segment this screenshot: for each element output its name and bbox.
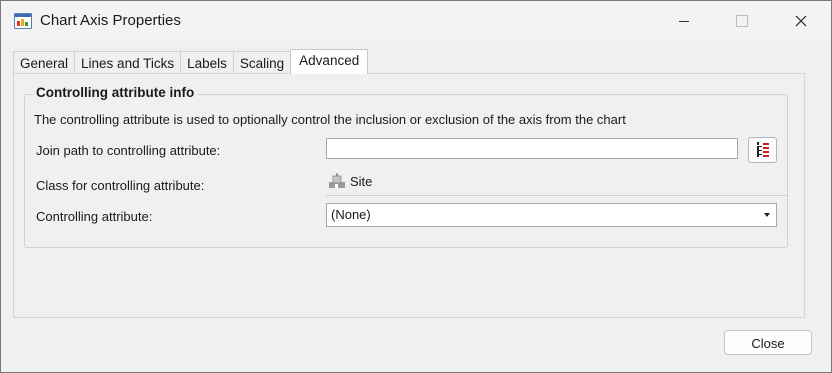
chart-icon [14,13,32,29]
site-icon [329,173,345,188]
maximize-button[interactable] [719,1,765,41]
tree-browse-icon [756,142,769,157]
close-button[interactable]: Close [724,330,812,355]
controlling-attribute-selected: (None) [331,207,371,222]
minimize-button[interactable] [661,1,707,41]
group-title: Controlling attribute info [33,85,198,100]
maximize-icon [736,15,748,27]
advanced-tab-panel: Controlling attribute info The controlli… [13,73,805,318]
controlling-attribute-label: Controlling attribute: [36,209,153,224]
group-description: The controlling attribute is used to opt… [34,112,626,127]
controlling-attribute-select[interactable]: (None) [326,203,777,227]
title-bar[interactable]: Chart Axis Properties [1,1,831,41]
controlling-attribute-group: Controlling attribute info The controlli… [24,85,788,248]
tab-lines-and-ticks[interactable]: Lines and Ticks [74,51,182,74]
join-path-browse-button[interactable] [748,137,777,163]
tab-scaling[interactable]: Scaling [232,51,292,74]
window-title: Chart Axis Properties [40,12,181,29]
minimize-icon [679,20,689,22]
close-window-button[interactable] [778,1,824,41]
class-value: Site [328,173,372,189]
class-label: Class for controlling attribute: [36,178,205,193]
tab-general[interactable]: General [13,51,76,74]
chevron-down-icon [764,213,770,217]
tab-labels[interactable]: Labels [180,51,234,74]
tab-advanced[interactable]: Advanced [290,49,369,74]
select-frame-line [326,195,788,196]
tab-strip: General Lines and Ticks Labels Scaling A… [13,49,369,74]
select-frame-edge [787,195,788,203]
join-path-label: Join path to controlling attribute: [36,143,221,158]
join-path-input[interactable] [326,138,738,159]
close-icon [795,15,807,27]
dialog-window: Chart Axis Properties General Lines and … [0,0,832,373]
class-value-text: Site [350,173,373,189]
